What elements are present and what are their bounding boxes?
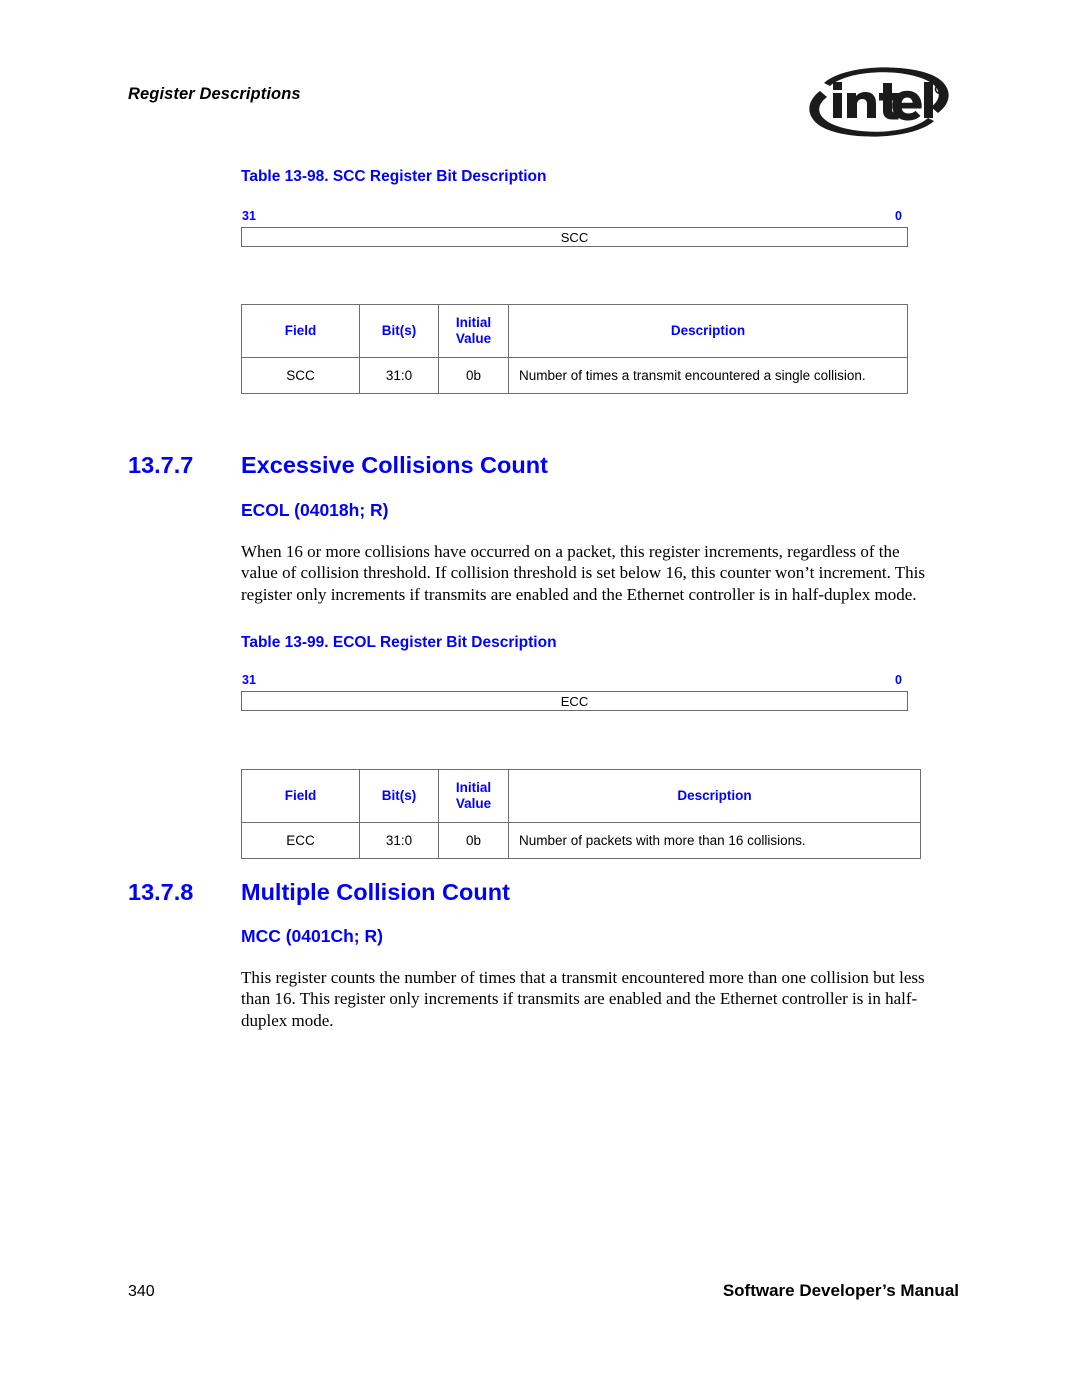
register-subtitle-ecol: ECOL (04018h; R): [241, 500, 389, 520]
table-caption-13-98: Table 13-98. SCC Register Bit Descriptio…: [241, 168, 547, 185]
register-bit-ticks: 31 0: [241, 209, 908, 227]
cell-field: ECC: [241, 822, 360, 859]
bit-description-table-scc: Field Bit(s) Initial Value Description S…: [241, 304, 908, 394]
cell-bits: 31:0: [359, 822, 439, 859]
cell-initial-value: 0b: [438, 357, 509, 394]
running-header: Register Descriptions: [128, 85, 301, 103]
section-body-ecol: When 16 or more collisions have occurred…: [241, 542, 925, 604]
footer-page-number: 340: [128, 1283, 155, 1300]
cell-description: Number of packets with more than 16 coll…: [508, 822, 921, 859]
register-bitfield-ecol: 31 0 ECC: [241, 673, 908, 711]
register-field-box: SCC: [241, 227, 908, 247]
section-number: 13.7.7: [128, 452, 194, 478]
column-header-bits: Bit(s): [359, 769, 439, 823]
register-lsb-label: 0: [895, 209, 902, 223]
table-row: SCC 31:0 0b Number of times a transmit e…: [241, 357, 908, 394]
table-caption-13-99: Table 13-99. ECOL Register Bit Descripti…: [241, 634, 557, 651]
table-header-row: Field Bit(s) Initial Value Description: [241, 769, 921, 823]
column-header-initial-value: Initial Value: [438, 304, 509, 358]
cell-field: SCC: [241, 357, 360, 394]
table-row: ECC 31:0 0b Number of packets with more …: [241, 822, 921, 859]
register-msb-label: 31: [242, 673, 256, 687]
section-title: Excessive Collisions Count: [241, 452, 548, 478]
section-heading-13-7-7: 13.7.7 Excessive Collisions Count: [128, 452, 548, 479]
column-header-initial-line2: Value: [455, 796, 492, 811]
cell-initial-value: 0b: [438, 822, 509, 859]
section-heading-13-7-8: 13.7.8 Multiple Collision Count: [128, 879, 510, 906]
column-header-field: Field: [241, 769, 360, 823]
column-header-initial-line2: Value: [455, 331, 492, 346]
register-msb-label: 31: [242, 209, 256, 223]
column-header-description: Description: [508, 304, 908, 358]
column-header-bits: Bit(s): [359, 304, 439, 358]
column-header-initial-line1: Initial: [455, 315, 492, 331]
section-number: 13.7.8: [128, 879, 194, 905]
intel-logo: R: [800, 63, 958, 141]
column-header-field: Field: [241, 304, 360, 358]
register-lsb-label: 0: [895, 673, 902, 687]
table-header-row: Field Bit(s) Initial Value Description: [241, 304, 908, 358]
register-subtitle-mcc: MCC (0401Ch; R): [241, 926, 383, 946]
column-header-initial-value: Initial Value: [438, 769, 509, 823]
svg-text:R: R: [937, 87, 942, 94]
bit-description-table-ecol: Field Bit(s) Initial Value Description E…: [241, 769, 921, 859]
column-header-initial-line1: Initial: [455, 780, 492, 796]
cell-bits: 31:0: [359, 357, 439, 394]
register-field-box: ECC: [241, 691, 908, 711]
section-body-mcc: This register counts the number of times…: [241, 968, 925, 1030]
cell-description: Number of times a transmit encountered a…: [508, 357, 908, 394]
footer-manual-title: Software Developer’s Manual: [722, 1281, 959, 1300]
register-bitfield-scc: 31 0 SCC: [241, 209, 908, 247]
section-title: Multiple Collision Count: [241, 879, 510, 905]
register-field-label: SCC: [560, 229, 589, 245]
register-field-label: ECC: [560, 693, 589, 709]
register-bit-ticks: 31 0: [241, 673, 908, 691]
document-page: Register Descriptions R Table 13-98. SCC…: [0, 0, 1080, 1397]
column-header-description: Description: [508, 769, 921, 823]
